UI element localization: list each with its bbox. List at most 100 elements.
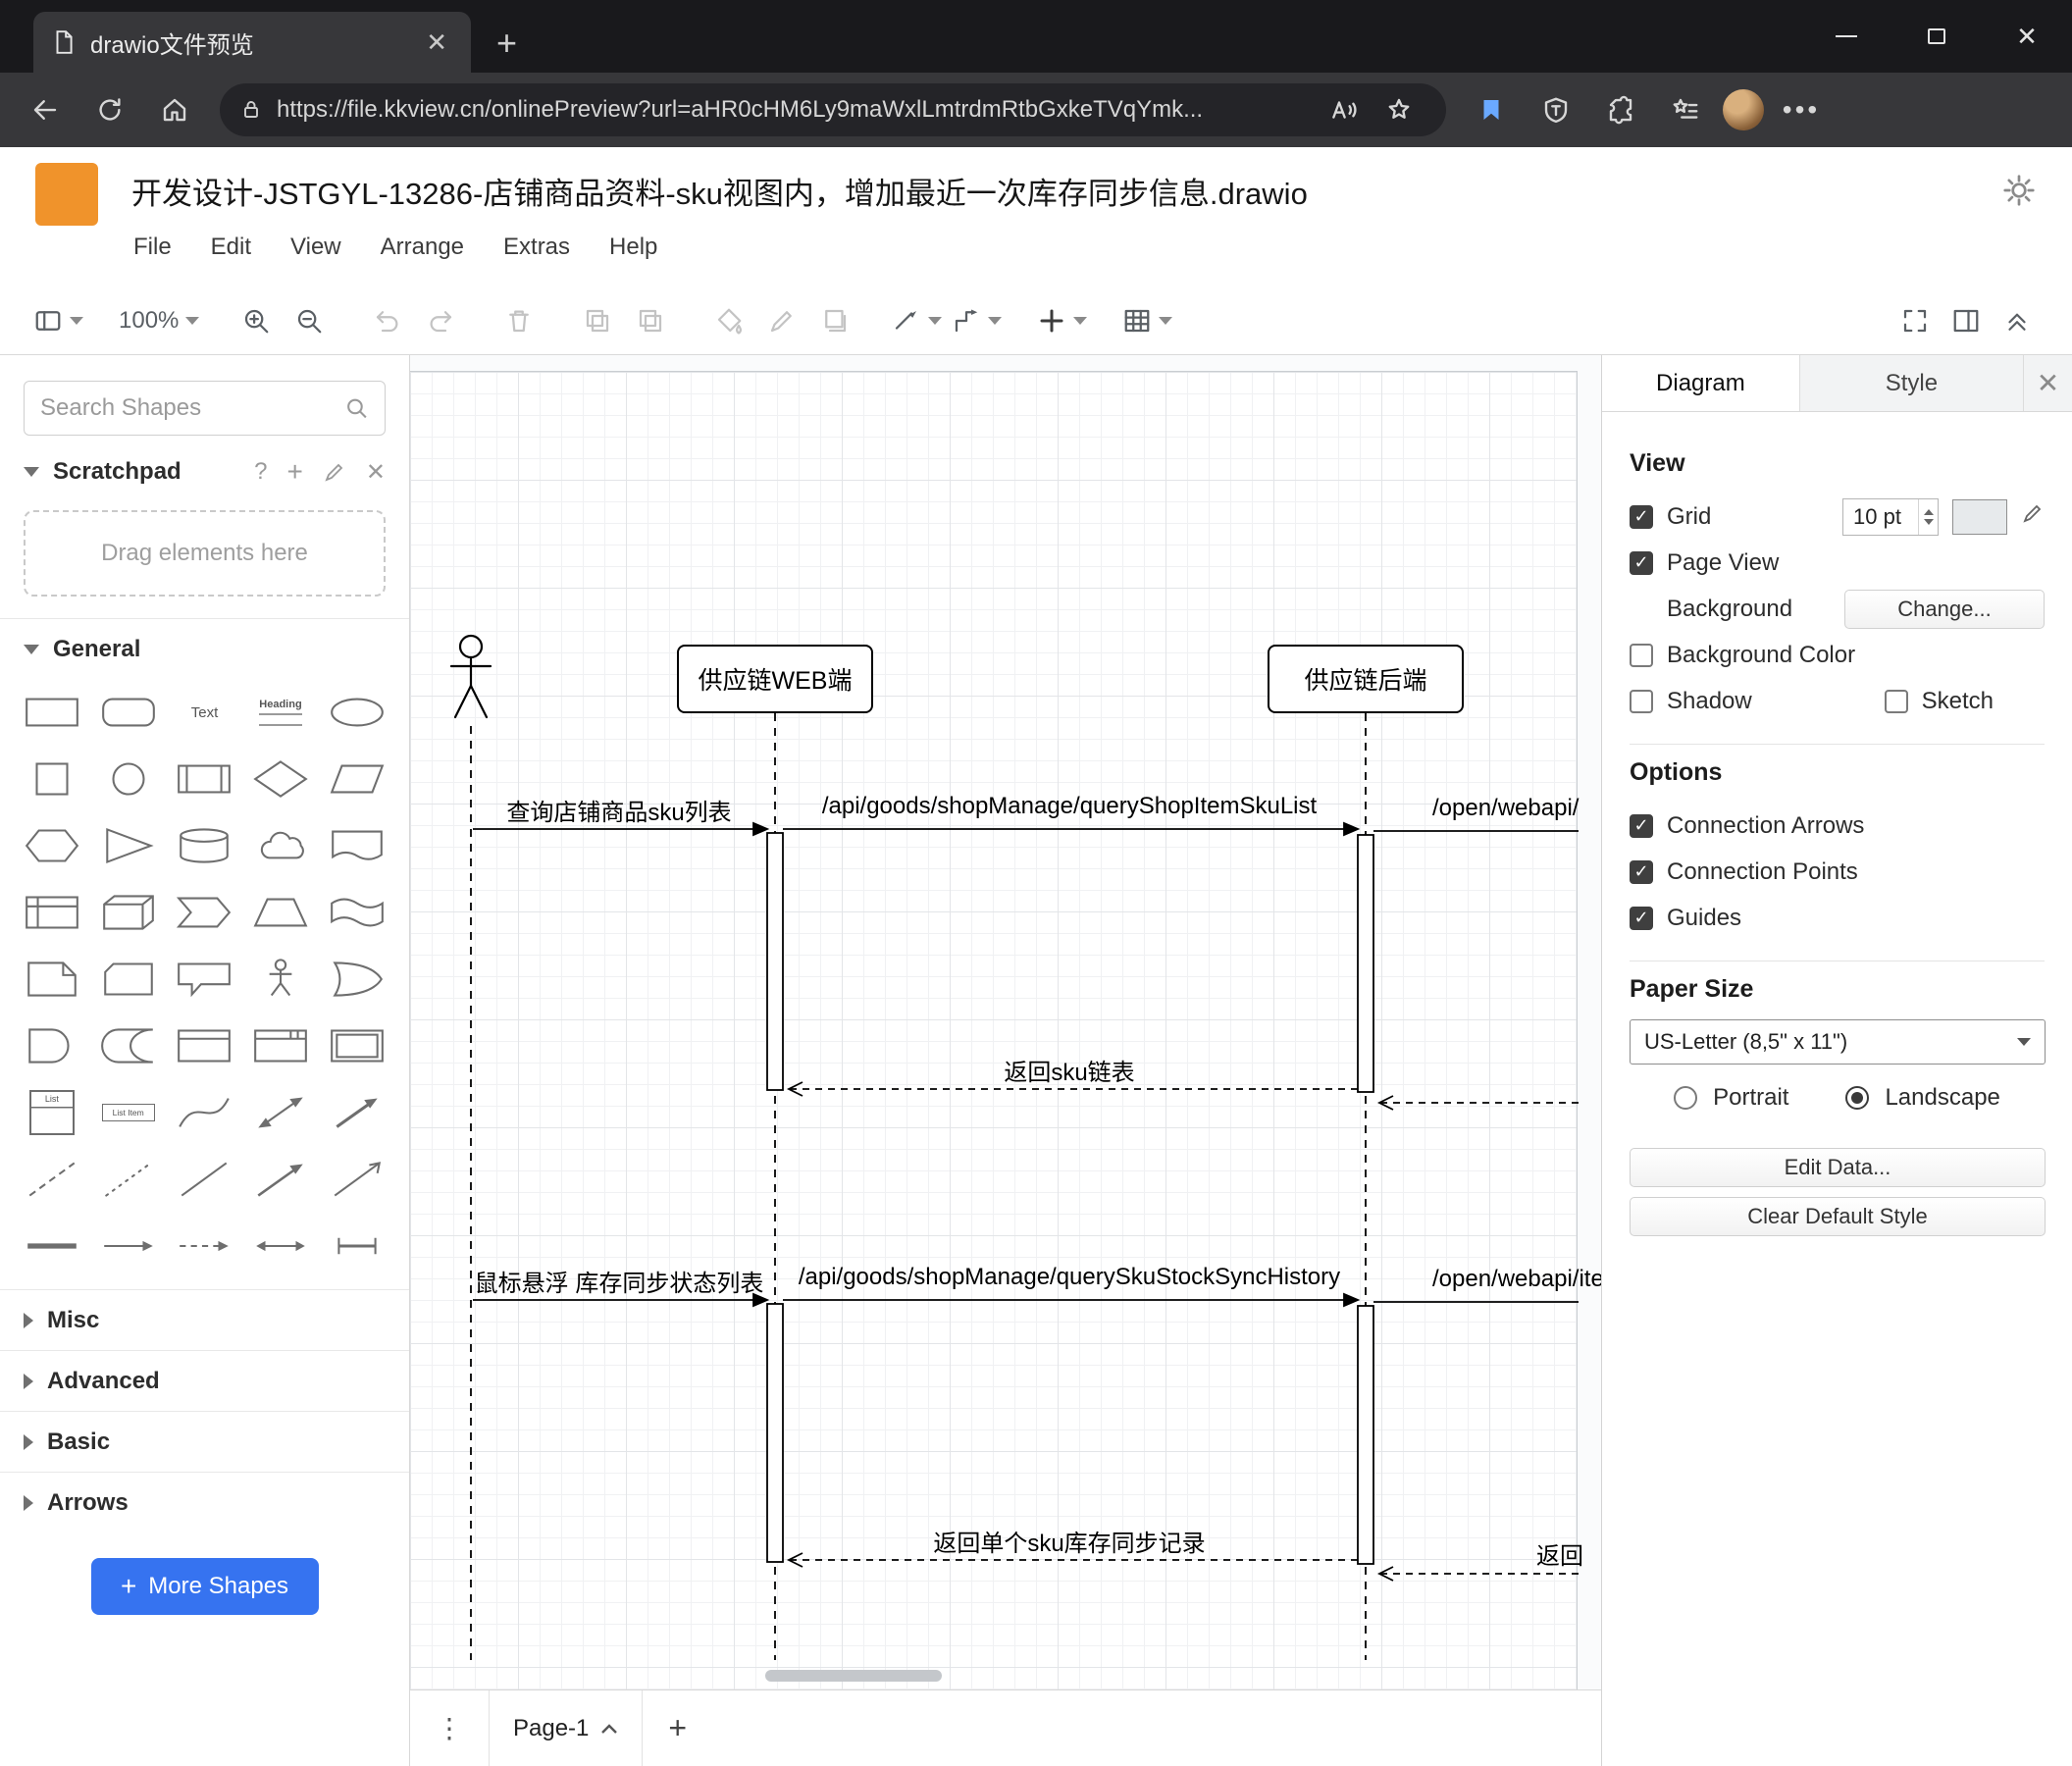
window-maximize-button[interactable] bbox=[1891, 0, 1982, 73]
shape-rectangle[interactable] bbox=[14, 683, 90, 742]
scratchpad-help-icon[interactable]: ? bbox=[254, 458, 267, 486]
format-panel-toggle-icon[interactable] bbox=[1944, 297, 1988, 344]
zoom-level-button[interactable]: 100% bbox=[119, 297, 200, 344]
background-color-checkbox[interactable] bbox=[1630, 643, 1653, 667]
shape-diagonal-arrow[interactable] bbox=[242, 1150, 319, 1209]
grid-color-swatch[interactable] bbox=[1952, 498, 2007, 535]
shape-triangle[interactable] bbox=[90, 816, 167, 875]
shape-horizontal-line[interactable] bbox=[14, 1217, 90, 1275]
shape-line[interactable] bbox=[167, 1150, 243, 1209]
shape-link[interactable] bbox=[319, 1217, 395, 1275]
landscape-radio[interactable] bbox=[1845, 1085, 1870, 1110]
theme-toggle-sun-icon[interactable] bbox=[2001, 173, 2037, 213]
scratchpad-dropzone[interactable]: Drag elements here bbox=[24, 510, 386, 597]
portrait-radio[interactable] bbox=[1674, 1085, 1698, 1110]
shape-container[interactable] bbox=[167, 1016, 243, 1075]
extensions-puzzle-icon[interactable] bbox=[1593, 82, 1648, 137]
search-shapes-box[interactable] bbox=[24, 381, 386, 436]
shape-note[interactable] bbox=[14, 950, 90, 1009]
paper-size-select[interactable]: US-Letter (8,5" x 11") bbox=[1630, 1019, 2046, 1065]
waypoints-button[interactable] bbox=[952, 297, 1003, 344]
shape-rounded-rectangle[interactable] bbox=[90, 683, 167, 742]
window-close-button[interactable]: ✕ bbox=[1982, 0, 2072, 73]
menu-extras[interactable]: Extras bbox=[503, 234, 570, 261]
shape-trapezoid[interactable] bbox=[242, 883, 319, 942]
connection-points-checkbox[interactable] bbox=[1630, 859, 1653, 884]
connection-style-button[interactable] bbox=[892, 297, 943, 344]
scratchpad-header[interactable]: Scratchpad ? + ✕ bbox=[0, 442, 409, 502]
shape-horizontal-arrow[interactable] bbox=[90, 1217, 167, 1275]
clear-default-style-button[interactable]: Clear Default Style bbox=[1630, 1197, 2046, 1236]
shape-document[interactable] bbox=[319, 816, 395, 875]
delete-icon[interactable] bbox=[497, 297, 541, 344]
shape-internal-storage[interactable] bbox=[14, 883, 90, 942]
scratchpad-add-icon[interactable]: + bbox=[287, 456, 303, 488]
shape-horizontal-double-arrow[interactable] bbox=[242, 1217, 319, 1275]
menu-help[interactable]: Help bbox=[609, 234, 657, 261]
return-label[interactable]: 返回sku链表 bbox=[1004, 1053, 1134, 1087]
shape-list[interactable]: List bbox=[14, 1083, 90, 1142]
settings-menu-icon[interactable]: ••• bbox=[1774, 82, 1829, 137]
message-label[interactable]: /api/goods/shopManage/querySkuStockSyncH… bbox=[799, 1264, 1340, 1291]
shape-curve[interactable] bbox=[167, 1083, 243, 1142]
diagram-canvas[interactable]: 供应链WEB端 供应链后端 查询店铺商品sku列表 /api/goods/sho… bbox=[410, 355, 1601, 1689]
panel-close-icon[interactable]: ✕ bbox=[2024, 355, 2072, 411]
zoom-out-icon[interactable] bbox=[287, 297, 331, 344]
edit-data-button[interactable]: Edit Data... bbox=[1630, 1148, 2046, 1187]
page-view-checkbox[interactable] bbox=[1630, 550, 1653, 575]
background-change-button[interactable]: Change... bbox=[1844, 589, 2045, 629]
scratchpad-edit-icon[interactable] bbox=[323, 460, 346, 484]
fullscreen-icon[interactable] bbox=[1893, 297, 1937, 344]
section-misc[interactable]: Misc bbox=[0, 1289, 409, 1350]
tab-diagram[interactable]: Diagram bbox=[1602, 355, 1800, 411]
menu-arrange[interactable]: Arrange bbox=[381, 234, 464, 261]
profile-avatar[interactable] bbox=[1723, 89, 1764, 130]
undo-icon[interactable] bbox=[366, 297, 409, 344]
menu-file[interactable]: File bbox=[133, 234, 172, 261]
scratchpad-close-icon[interactable]: ✕ bbox=[366, 458, 386, 487]
shape-double-rectangle[interactable] bbox=[319, 1016, 395, 1075]
grid-size-input[interactable]: 10 pt bbox=[1842, 497, 1939, 536]
section-basic[interactable]: Basic bbox=[0, 1411, 409, 1472]
return-label[interactable]: 返回 bbox=[1536, 1536, 1583, 1571]
favorite-star-icon[interactable] bbox=[1372, 82, 1426, 137]
shape-ellipse[interactable] bbox=[319, 683, 395, 742]
grid-size-stepper[interactable] bbox=[1918, 498, 1938, 535]
favorites-bar-icon[interactable] bbox=[1658, 82, 1713, 137]
add-page-button[interactable]: + bbox=[668, 1710, 687, 1746]
shape-arrow[interactable] bbox=[319, 1083, 395, 1142]
pages-menu-icon[interactable]: ⋮ bbox=[410, 1712, 489, 1744]
address-bar[interactable]: https://file.kkview.cn/onlinePreview?url… bbox=[220, 83, 1446, 136]
shape-parallelogram[interactable] bbox=[319, 750, 395, 808]
shape-heading[interactable]: Heading bbox=[242, 683, 319, 742]
horizontal-scrollbar[interactable] bbox=[765, 1670, 942, 1682]
to-front-icon[interactable] bbox=[576, 297, 619, 344]
shape-data-storage[interactable] bbox=[90, 1016, 167, 1075]
section-general[interactable]: General bbox=[0, 618, 409, 679]
shape-step[interactable] bbox=[167, 883, 243, 942]
back-icon[interactable] bbox=[18, 82, 73, 137]
shape-cylinder[interactable] bbox=[167, 816, 243, 875]
grid-color-edit-icon[interactable] bbox=[2021, 501, 2045, 532]
shape-callout[interactable] bbox=[167, 950, 243, 1009]
shape-dashed-line[interactable] bbox=[14, 1150, 90, 1209]
lifeline-box-backend[interactable]: 供应链后端 bbox=[1268, 645, 1464, 713]
collapse-toolbar-icon[interactable] bbox=[1995, 297, 2039, 344]
tab-close-icon[interactable]: ✕ bbox=[420, 27, 453, 58]
shape-hexagon[interactable] bbox=[14, 816, 90, 875]
more-shapes-button[interactable]: + More Shapes bbox=[90, 1558, 319, 1615]
shield-extension-icon[interactable] bbox=[1528, 82, 1583, 137]
shape-process[interactable] bbox=[167, 750, 243, 808]
page-tab[interactable]: Page-1 bbox=[489, 1690, 644, 1766]
home-icon[interactable] bbox=[147, 82, 202, 137]
message-label[interactable]: 查询店铺商品sku列表 bbox=[506, 793, 731, 827]
view-layout-button[interactable] bbox=[33, 297, 83, 344]
message-label[interactable]: /api/goods/shopManage/queryShopItemSkuLi… bbox=[822, 793, 1317, 820]
grid-checkbox[interactable] bbox=[1630, 504, 1653, 529]
shape-text[interactable]: Text bbox=[167, 683, 243, 742]
shape-square[interactable] bbox=[14, 750, 90, 808]
tab-style[interactable]: Style bbox=[1800, 355, 2024, 411]
shape-and[interactable] bbox=[14, 1016, 90, 1075]
refresh-icon[interactable] bbox=[82, 82, 137, 137]
insert-button[interactable] bbox=[1037, 297, 1088, 344]
